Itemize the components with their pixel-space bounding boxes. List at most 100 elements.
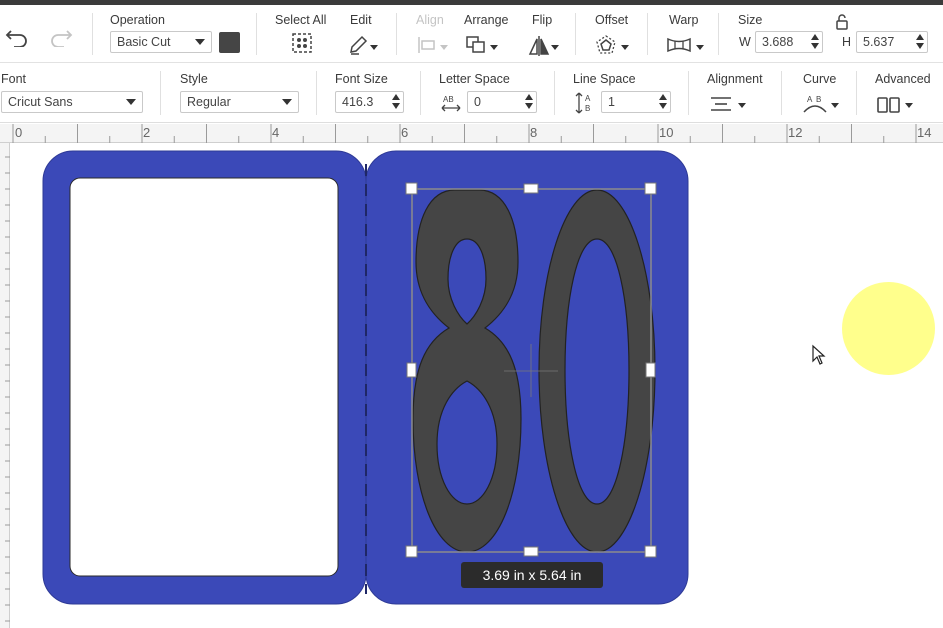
size-label: Size	[738, 13, 763, 27]
edit-toolbar: Operation Basic Cut Select All Edit Alig…	[0, 5, 943, 63]
ruler-label: 10	[659, 125, 674, 140]
arrange-icon[interactable]	[465, 35, 487, 55]
line-space-label: Line Space	[573, 72, 636, 86]
design-canvas[interactable]	[11, 144, 943, 628]
separator	[396, 13, 397, 55]
ruler-label: 12	[788, 125, 803, 140]
ruler-label: 4	[272, 125, 280, 140]
separator	[856, 71, 857, 115]
separator	[781, 71, 782, 115]
line-space-stepper[interactable]	[658, 94, 668, 110]
width-input[interactable]: 3.688	[755, 31, 823, 53]
undo-icon[interactable]	[5, 27, 29, 47]
warp-icon[interactable]	[666, 36, 692, 54]
ruler-label: 8	[530, 125, 538, 140]
height-input[interactable]: 5.637	[856, 31, 928, 53]
separator	[718, 13, 719, 55]
resize-handle-sw[interactable]	[405, 545, 418, 558]
chevron-down-icon	[126, 99, 136, 105]
select-all-icon[interactable]	[291, 32, 313, 54]
svg-text:B: B	[816, 95, 821, 104]
edit-label: Edit	[350, 13, 372, 27]
separator	[575, 13, 576, 55]
resize-handle-e[interactable]	[645, 362, 656, 378]
height-stepper[interactable]	[915, 34, 925, 50]
font-size-value: 416.3	[342, 95, 374, 109]
width-value: 3.688	[762, 35, 794, 49]
svg-text:A: A	[807, 95, 813, 104]
flip-label: Flip	[532, 13, 553, 27]
lock-open-icon[interactable]	[834, 14, 850, 30]
advanced-label: Advanced	[875, 72, 931, 86]
letter-space-label: Letter Space	[439, 72, 510, 86]
align-icon	[418, 37, 435, 53]
font-label: Font	[1, 72, 27, 86]
style-select[interactable]: Regular	[180, 91, 299, 113]
font-select[interactable]: Cricut Sans	[1, 91, 143, 113]
separator	[316, 71, 317, 115]
color-swatch[interactable]	[219, 32, 240, 53]
resize-handle-ne[interactable]	[644, 182, 657, 195]
canvas-artwork	[42, 150, 689, 605]
resize-handle-nw[interactable]	[405, 182, 418, 195]
curve-text-icon[interactable]: A B	[802, 92, 828, 114]
resize-handle-n[interactable]	[523, 183, 539, 194]
select-all-label: Select All	[275, 13, 327, 27]
pencil-icon[interactable]	[347, 34, 369, 56]
ruler-label: 2	[143, 125, 151, 140]
chevron-down-icon[interactable]	[490, 45, 498, 50]
chevron-down-icon[interactable]	[738, 103, 746, 108]
style-label: Style	[180, 72, 208, 86]
letter-space-icon: AB	[441, 95, 461, 112]
chevron-down-icon[interactable]	[696, 45, 704, 50]
advanced-icon[interactable]	[876, 96, 902, 114]
font-size-label: Font Size	[335, 72, 388, 86]
ruler-label: 0	[15, 125, 23, 140]
letter-space-stepper[interactable]	[524, 94, 534, 110]
separator	[160, 71, 161, 115]
separator	[92, 13, 93, 55]
arrange-label: Arrange	[464, 13, 509, 27]
line-space-input[interactable]: 1	[601, 91, 671, 113]
flip-icon[interactable]	[527, 35, 551, 57]
mouse-pointer-icon	[812, 344, 826, 365]
offset-icon[interactable]	[594, 34, 618, 56]
letter-space-input[interactable]: 0	[467, 91, 537, 113]
separator	[420, 71, 421, 115]
font-value: Cricut Sans	[8, 95, 73, 109]
align-label: Align	[416, 13, 444, 27]
chevron-down-icon[interactable]	[370, 45, 378, 50]
resize-handle-s[interactable]	[523, 546, 539, 557]
align-center-icon[interactable]	[709, 95, 733, 113]
svg-text:AB: AB	[443, 95, 454, 104]
resize-handle-se[interactable]	[644, 545, 657, 558]
style-value: Regular	[187, 95, 231, 109]
chevron-down-icon[interactable]	[621, 45, 629, 50]
horizontal-ruler: 0 2 4 6 8 10 12 14	[0, 124, 943, 143]
separator	[554, 71, 555, 115]
operation-label: Operation	[110, 13, 165, 27]
letter-space-value: 0	[474, 95, 481, 109]
vertical-ruler	[0, 143, 10, 628]
chevron-down-icon	[195, 39, 205, 45]
font-size-input[interactable]: 416.3	[335, 91, 404, 113]
text-toolbar: Font Cricut Sans Style Regular Font Size…	[0, 63, 943, 123]
font-size-stepper[interactable]	[391, 94, 401, 110]
card-window-cutout[interactable]	[69, 177, 339, 577]
width-stepper[interactable]	[810, 34, 820, 50]
cursor-highlight	[842, 282, 935, 375]
operation-select[interactable]: Basic Cut	[110, 31, 212, 53]
resize-handle-w[interactable]	[406, 362, 417, 378]
svg-text:B: B	[585, 104, 590, 113]
ruler-ticks	[5, 156, 10, 622]
chevron-down-icon	[282, 99, 292, 105]
chevron-down-icon[interactable]	[905, 103, 913, 108]
svg-text:A: A	[585, 94, 591, 103]
alignment-label: Alignment	[707, 72, 763, 86]
redo-icon[interactable]	[49, 27, 73, 47]
chevron-down-icon[interactable]	[551, 45, 559, 50]
separator	[647, 13, 648, 55]
curve-label: Curve	[803, 72, 837, 86]
operation-value: Basic Cut	[117, 35, 171, 49]
chevron-down-icon[interactable]	[831, 103, 839, 108]
